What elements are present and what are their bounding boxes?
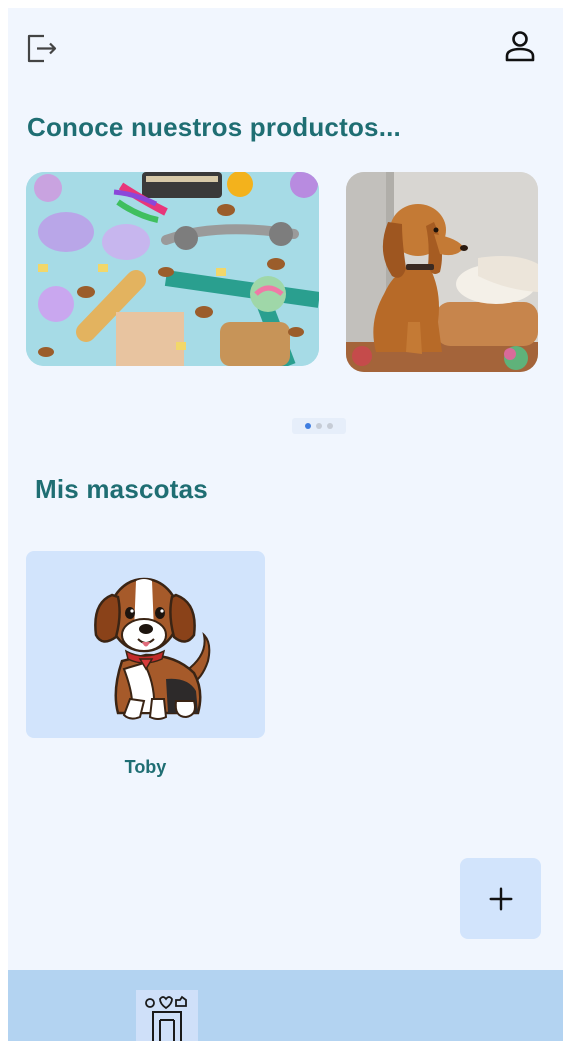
- pagination-dot-1[interactable]: [305, 423, 311, 429]
- dog-photo: [346, 172, 538, 372]
- nav-item-pet-care[interactable]: [136, 990, 198, 1041]
- profile-button[interactable]: [502, 28, 538, 64]
- logout-icon: [27, 34, 57, 63]
- beagle-puppy-illustration: [94, 577, 211, 720]
- plus-icon: [489, 887, 512, 910]
- pet-care-icon: [145, 995, 187, 1041]
- carousel-pagination[interactable]: [292, 418, 346, 434]
- product-card-toys[interactable]: [26, 172, 319, 366]
- bottom-navigation-bar: [8, 970, 563, 1041]
- add-pet-button[interactable]: [460, 858, 541, 939]
- pet-name-toby: Toby: [124, 757, 167, 777]
- pet-card-toby[interactable]: [26, 551, 265, 738]
- pagination-dot-3[interactable]: [327, 423, 333, 429]
- home-screen: Conoce nuestros productos... Mis mascota…: [8, 8, 563, 1041]
- logout-button[interactable]: [24, 30, 60, 66]
- pagination-dot-2[interactable]: [316, 423, 322, 429]
- person-icon: [505, 31, 535, 62]
- products-title: Conoce nuestros productos...: [27, 112, 401, 142]
- pets-title: Mis mascotas: [35, 474, 208, 504]
- pet-toys-photo: [26, 172, 319, 366]
- product-card-dog[interactable]: [346, 172, 538, 372]
